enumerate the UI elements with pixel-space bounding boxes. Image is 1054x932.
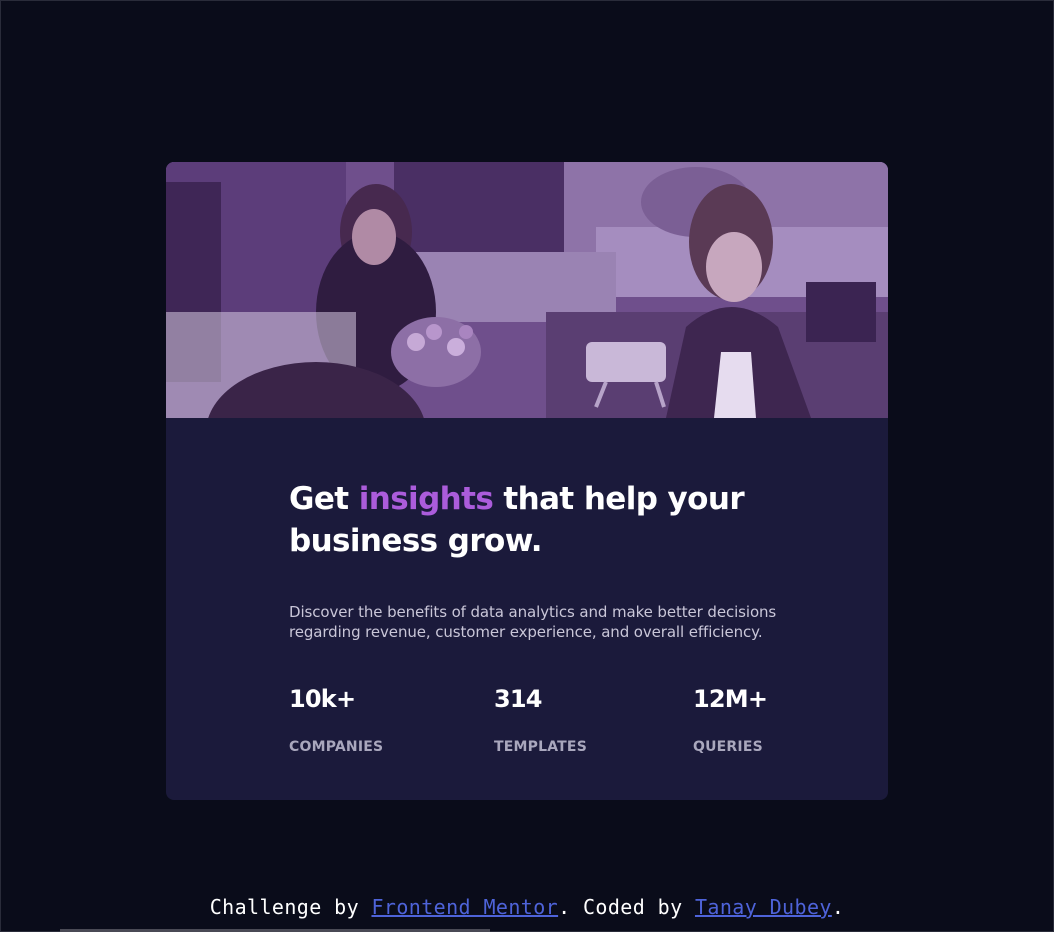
stat-queries: 12M+ QUERIES (693, 684, 768, 756)
card-headline: Get insights that help your business gro… (289, 478, 779, 562)
headline-start: Get (289, 481, 349, 517)
stat-value: 314 (494, 685, 543, 713)
stats-preview-card: Get insights that help your business gro… (166, 162, 888, 800)
hero-image-illustration (166, 162, 888, 418)
card-content: Get insights that help your business gro… (289, 478, 779, 755)
stat-label: COMPANIES (289, 739, 384, 755)
card-description: Discover the benefits of data analytics … (289, 603, 777, 641)
attribution-suffix: . (831, 895, 845, 919)
stat-value: 10k+ (289, 685, 356, 713)
headline-end: that help your business grow. (289, 481, 745, 559)
attribution-prefix: Challenge by (209, 895, 360, 919)
stat-companies: 10k+ COMPANIES (289, 684, 383, 756)
stat-label: QUERIES (693, 739, 763, 755)
frontend-mentor-link[interactable]: Frontend Mentor (371, 895, 558, 919)
headline-accent-word: insights (358, 481, 494, 517)
hero-image-office-women (166, 162, 888, 418)
stat-label: TEMPLATES (494, 739, 587, 755)
stat-templates: 314 TEMPLATES (494, 684, 587, 756)
author-link[interactable]: Tanay Dubey (695, 895, 832, 919)
stat-value: 12M+ (693, 685, 768, 713)
attribution-middle: . Coded by (558, 895, 683, 919)
attribution-footer: Challenge by Frontend Mentor. Coded by T… (0, 893, 1054, 921)
